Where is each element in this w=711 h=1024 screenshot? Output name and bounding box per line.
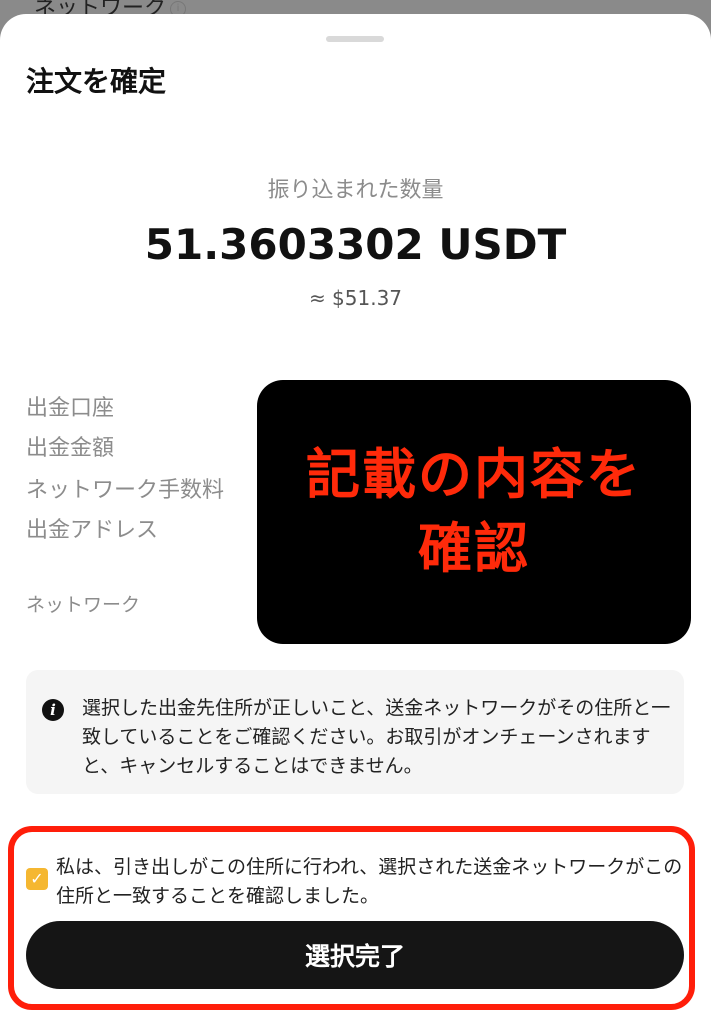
drag-handle[interactable]: [326, 36, 384, 42]
detail-label-address: 出金アドレス: [26, 518, 159, 543]
consent-checkbox[interactable]: ✓: [26, 868, 48, 890]
detail-label-amount: 出金金額: [26, 436, 115, 461]
confirm-order-sheet: 注文を確定 振り込まれた数量 51.3603302 USDT ≈ $51.37 …: [0, 14, 711, 1024]
checkmark-icon: ✓: [30, 869, 44, 888]
detail-label-network: ネットワーク: [26, 594, 141, 616]
warning-notice: i 選択した出金先住所が正しいこと、送金ネットワークがその住所と一致していること…: [26, 670, 684, 794]
annotation-overlay: 記載の内容を 確認: [257, 380, 691, 644]
amount-value: 51.3603302 USDT: [144, 220, 567, 269]
submit-button[interactable]: 選択完了: [26, 921, 684, 989]
notice-text: 選択した出金先住所が正しいこと、送金ネットワークがその住所と一致していることをご…: [82, 697, 671, 777]
annotation-line-2: 確認: [418, 517, 530, 580]
detail-label-network-fee: ネットワーク手数料: [26, 478, 225, 503]
amount-label: 振り込まれた数量: [267, 178, 444, 203]
sheet-title: 注文を確定: [26, 65, 167, 98]
detail-label-account: 出金口座: [26, 396, 115, 421]
consent-text: 私は、引き出しがこの住所に行われ、選択された送金ネットワークがこの住所と一致する…: [56, 856, 683, 907]
amount-fiat: ≈ $51.37: [308, 286, 403, 310]
info-icon: i: [42, 699, 64, 721]
annotation-line-1: 記載の内容を: [306, 443, 642, 506]
